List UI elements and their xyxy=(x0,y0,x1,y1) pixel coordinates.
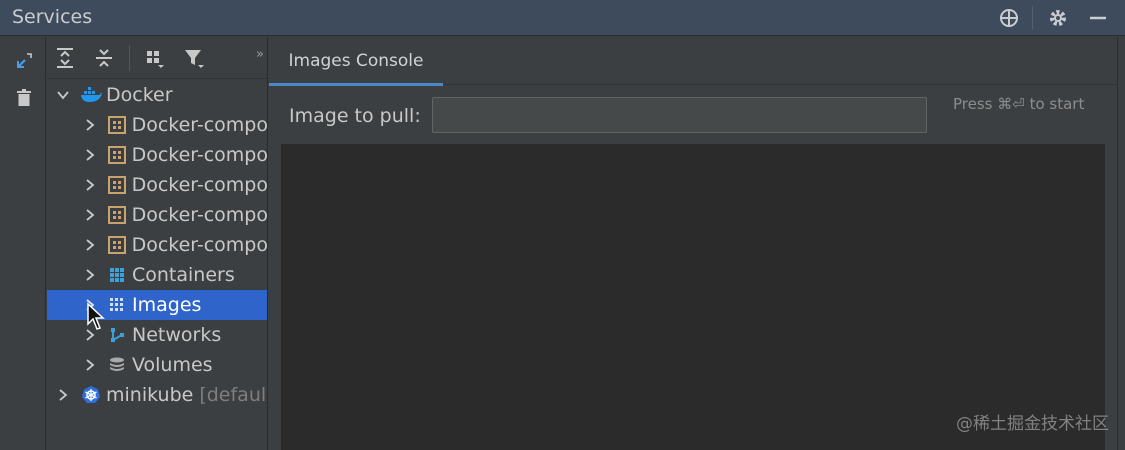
context-suffix: [defaul xyxy=(199,384,267,406)
tree-node-label: Images xyxy=(132,294,202,316)
tree-node-label: minikube xyxy=(106,384,194,406)
tree-node-minikube[interactable]: minikube [defaul xyxy=(47,380,267,410)
images-icon xyxy=(106,294,128,316)
tab-label: Images Console xyxy=(288,51,424,71)
tree-node-compose[interactable]: Docker-compo xyxy=(47,140,268,170)
tree-node-label: Docker-compo xyxy=(131,114,268,136)
tree-node-label: Docker-compo xyxy=(131,204,268,226)
tree-node-compose[interactable]: Docker-compo xyxy=(47,200,268,230)
services-tree: » Docker Docker-compo Docker-compo Docke… xyxy=(47,37,268,450)
chevron-right-icon[interactable] xyxy=(83,118,97,132)
tree-node-label: Docker-compo xyxy=(131,174,268,196)
tree-node-compose[interactable]: Docker-compo xyxy=(47,110,268,140)
tree-node-containers[interactable]: Containers xyxy=(47,260,267,290)
tool-window-header: Services xyxy=(0,0,1125,36)
tree-node-compose[interactable]: Docker-compo xyxy=(47,230,268,260)
filter-icon[interactable] xyxy=(181,44,207,72)
tree-node-docker[interactable]: Docker xyxy=(47,80,267,110)
containers-icon xyxy=(106,264,128,286)
mouse-cursor-icon xyxy=(87,302,105,330)
tree-node-networks[interactable]: Networks xyxy=(47,320,267,350)
chevron-down-icon[interactable] xyxy=(56,88,70,102)
tab-bar: Images Console xyxy=(269,37,1117,86)
group-by-icon[interactable] xyxy=(142,44,168,72)
expand-diagonal-icon[interactable] xyxy=(10,47,38,75)
tree-node-label: Volumes xyxy=(132,354,213,376)
tree-node-label: Docker-compo xyxy=(131,144,268,166)
compose-icon xyxy=(106,114,128,136)
tree-node-label: Docker-compo xyxy=(131,234,268,256)
images-console-panel: Images Console Image to pull: Press ⌘⏎ t… xyxy=(269,37,1117,450)
window-title: Services xyxy=(12,6,93,28)
toolbar-divider xyxy=(129,45,130,71)
tree-node-label: Containers xyxy=(132,264,235,286)
tree-node-compose[interactable]: Docker-compo xyxy=(47,170,268,200)
tree-toolbar: » xyxy=(47,37,267,79)
compose-icon xyxy=(106,174,128,196)
minimize-icon[interactable] xyxy=(1085,5,1111,31)
console-output[interactable] xyxy=(281,144,1105,450)
chevron-right-icon[interactable] xyxy=(83,148,97,162)
chevron-right-icon[interactable] xyxy=(83,358,97,372)
chevron-right-icon[interactable] xyxy=(83,268,97,282)
chevron-right-icon[interactable] xyxy=(83,238,97,252)
expand-all-icon[interactable] xyxy=(52,44,78,72)
compose-icon xyxy=(106,234,128,256)
chevron-right-icon[interactable] xyxy=(83,208,97,222)
kubernetes-icon xyxy=(80,384,102,406)
networks-icon xyxy=(106,324,128,346)
tab-images-console[interactable]: Images Console xyxy=(269,37,443,86)
image-to-pull-label: Image to pull: xyxy=(289,105,421,127)
tree-node-volumes[interactable]: Volumes xyxy=(47,350,267,380)
tab-active-indicator xyxy=(269,83,443,86)
actions-strip xyxy=(0,37,46,450)
titlebar-divider xyxy=(1032,6,1033,30)
volumes-icon xyxy=(106,354,128,376)
gear-icon[interactable] xyxy=(1045,5,1071,31)
trash-icon[interactable] xyxy=(10,84,38,112)
watermark: @稀土掘金技术社区 xyxy=(956,414,1109,434)
tree-node-label: Docker xyxy=(106,84,173,106)
compose-icon xyxy=(106,144,128,166)
target-icon[interactable] xyxy=(996,5,1022,31)
tree-node-label: Networks xyxy=(132,324,222,346)
press-to-start-hint: Press ⌘⏎ to start xyxy=(953,95,1085,113)
image-to-pull-input[interactable] xyxy=(432,97,927,133)
right-tool-stripe xyxy=(1117,37,1125,450)
tree-node-images[interactable]: Images xyxy=(47,290,267,320)
docker-icon xyxy=(80,84,102,106)
chevron-right-icon[interactable] xyxy=(56,388,70,402)
more-actions-chevron[interactable]: » xyxy=(256,47,264,62)
collapse-all-icon[interactable] xyxy=(91,44,117,72)
compose-icon xyxy=(106,204,128,226)
chevron-right-icon[interactable] xyxy=(83,178,97,192)
